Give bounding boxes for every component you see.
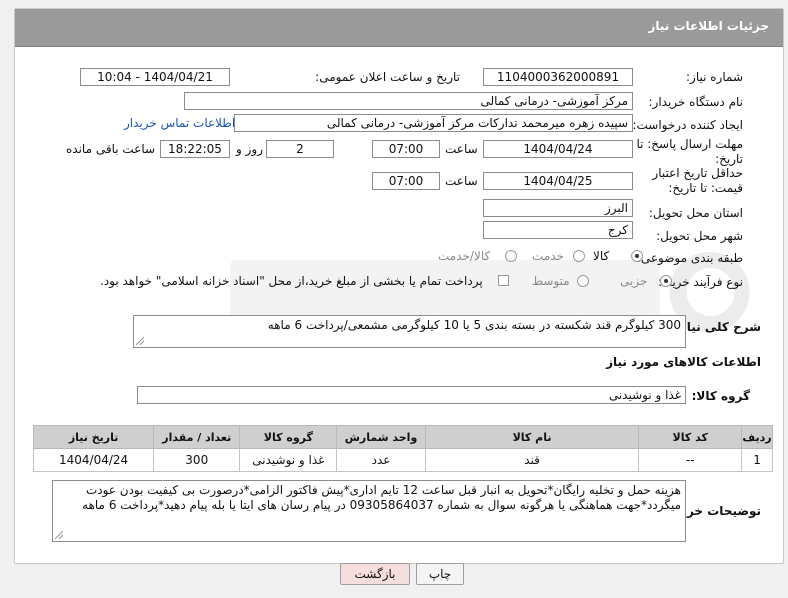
cell-group: غذا و نوشیدنی bbox=[239, 448, 338, 472]
remaining-time-field: 18:22:05 bbox=[160, 140, 230, 158]
col-row: ردیف bbox=[741, 425, 773, 449]
col-quantity: تعداد / مقدار bbox=[153, 425, 241, 449]
description-textarea: 300 کیلوگرم قند شکسته در بسته بندی 5 یا … bbox=[133, 315, 686, 348]
category-option-service: خدمت bbox=[532, 249, 564, 263]
category-label: طبقه بندی موضوعی: bbox=[636, 251, 743, 265]
panel-title: جزئیات اطلاعات نیاز bbox=[648, 19, 769, 33]
city-label: شهر محل تحویل: bbox=[656, 229, 743, 243]
col-unit: واحد شمارش bbox=[336, 425, 426, 449]
cell-need-date: 1404/04/24 bbox=[32, 448, 155, 472]
goods-section-title: اطلاعات کالاهای مورد نیاز bbox=[606, 355, 761, 369]
buyer-notes-textarea: هزینه حمل و تخلیه رایگان*تحویل به انبار … bbox=[52, 480, 686, 542]
col-name: نام کالا bbox=[424, 425, 640, 449]
goods-group-label: گروه کالا: bbox=[691, 389, 750, 403]
province-label: استان محل تحویل: bbox=[648, 206, 743, 220]
reply-days-field: 2 bbox=[266, 140, 334, 158]
table-row: 1 -- قند عدد غذا و نوشیدنی 300 1404/04/2… bbox=[32, 448, 773, 472]
announce-datetime-field: 1404/04/21 - 10:04 bbox=[80, 68, 230, 86]
col-code: کد کالا bbox=[638, 425, 743, 449]
remaining-time-label: ساعت باقی مانده bbox=[66, 142, 156, 156]
price-validity-date: 1404/04/25 bbox=[483, 172, 633, 190]
need-number-field: 1104000362000891 bbox=[483, 68, 633, 86]
description-label: شرح کلی نیاز: bbox=[675, 320, 761, 334]
buyer-org-field: مرکز آموزشی- درمانی کمالی bbox=[184, 92, 633, 110]
print-button[interactable]: چاپ bbox=[416, 563, 464, 585]
price-validity-label: حداقل تاریخ اعتبار قیمت: تا تاریخ: bbox=[652, 166, 743, 195]
category-radio-service[interactable] bbox=[573, 250, 585, 262]
goods-table: ردیف کد کالا نام کالا واحد شمارش گروه کا… bbox=[32, 425, 773, 472]
panel-header: جزئیات اطلاعات نیاز bbox=[15, 9, 783, 47]
price-validity-time-label: ساعت bbox=[445, 174, 478, 188]
cell-name: قند bbox=[424, 448, 640, 472]
process-radio-medium[interactable] bbox=[577, 275, 589, 287]
need-number-label: شماره نیاز: bbox=[686, 70, 743, 84]
col-need-date: تاریخ نیاز bbox=[32, 425, 155, 449]
goods-table-header: ردیف کد کالا نام کالا واحد شمارش گروه کا… bbox=[32, 425, 773, 449]
buyer-contact-link[interactable]: اطلاعات تماس خریدار bbox=[124, 116, 235, 130]
back-button[interactable]: بازگشت bbox=[340, 563, 410, 585]
col-group: گروه کالا bbox=[239, 425, 338, 449]
resize-grip-icon[interactable] bbox=[55, 531, 63, 539]
cell-unit: عدد bbox=[336, 448, 426, 472]
requester-field: سپیده زهره میرمحمد تدارکات مرکز آموزشی- … bbox=[234, 114, 633, 132]
reply-deadline-time-label: ساعت bbox=[445, 142, 478, 156]
reply-deadline-date: 1404/04/24 bbox=[483, 140, 633, 158]
description-text: 300 کیلوگرم قند شکسته در بسته بندی 5 یا … bbox=[267, 318, 681, 332]
buyer-org-label: نام دستگاه خریدار: bbox=[648, 95, 744, 109]
resize-grip-icon[interactable] bbox=[136, 337, 144, 345]
city-field: کرج bbox=[483, 221, 633, 239]
category-radio-goods-service[interactable] bbox=[505, 250, 517, 262]
category-option-goods-service: کالا/خدمت bbox=[438, 249, 491, 263]
process-radio-minor[interactable] bbox=[660, 275, 672, 287]
payment-treasury-checkbox[interactable] bbox=[498, 275, 509, 286]
goods-group-field: غذا و نوشیدنی bbox=[137, 386, 686, 404]
process-option-medium: متوسط bbox=[532, 274, 570, 288]
price-validity-time: 07:00 bbox=[372, 172, 440, 190]
cell-code: -- bbox=[638, 448, 743, 472]
category-radio-goods[interactable] bbox=[631, 250, 643, 262]
category-option-goods: کالا bbox=[593, 249, 610, 263]
payment-note: پرداخت تمام یا بخشی از مبلغ خرید،از محل … bbox=[100, 274, 483, 288]
announce-datetime-label: تاریخ و ساعت اعلان عمومی: bbox=[315, 70, 460, 84]
buyer-notes-text: هزینه حمل و تخلیه رایگان*تحویل به انبار … bbox=[82, 483, 681, 512]
reply-deadline-label: مهلت ارسال پاسخ: تا تاریخ: bbox=[636, 137, 743, 166]
reply-days-label: روز و bbox=[236, 142, 263, 156]
province-field: البرز bbox=[483, 199, 633, 217]
requester-label: ایجاد کننده درخواست: bbox=[632, 118, 743, 132]
process-option-minor: جزیی bbox=[620, 274, 648, 288]
cell-row: 1 bbox=[741, 448, 773, 472]
reply-deadline-time: 07:00 bbox=[372, 140, 440, 158]
cell-quantity: 300 bbox=[153, 448, 241, 472]
